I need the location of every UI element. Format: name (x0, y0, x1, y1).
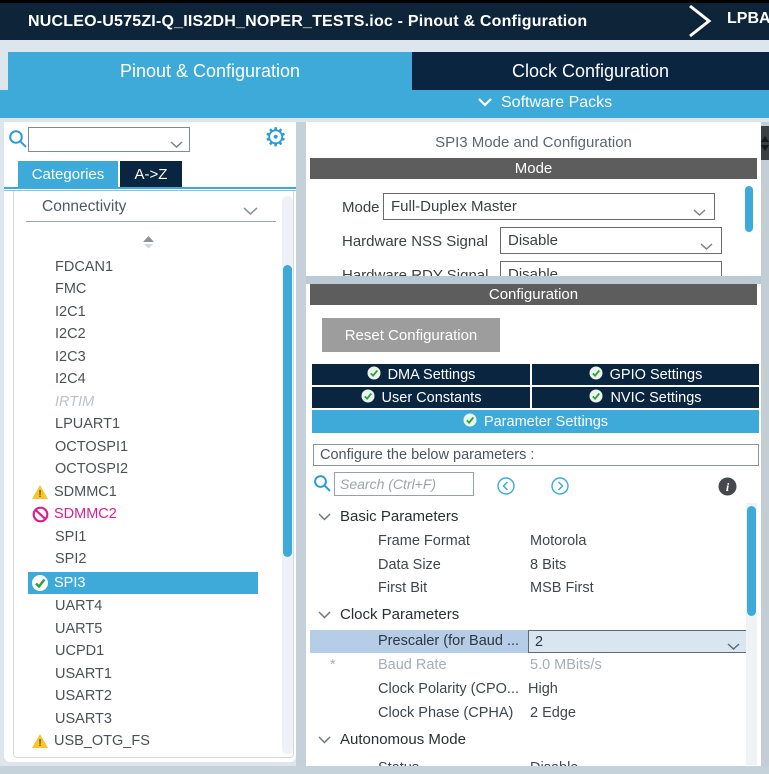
tab-categories[interactable]: Categories (18, 161, 118, 187)
info-icon[interactable]: i (718, 477, 737, 501)
breadcrumb-next[interactable]: LPBA (727, 10, 769, 28)
tab-clock-configuration[interactable]: Clock Configuration (412, 52, 769, 90)
sidebar-item-spi2[interactable]: SPI2 (55, 548, 86, 570)
group-autonomous-mode[interactable]: Autonomous Mode (318, 731, 466, 748)
tab-parameter-settings[interactable]: Parameter Settings (312, 410, 759, 433)
group-basic-parameters[interactable]: Basic Parameters (318, 508, 458, 525)
svg-text:!: ! (38, 489, 41, 500)
chevron-down-icon (727, 639, 740, 655)
window-title: NUCLEO-U575ZI-Q_IIS2DH_NOPER_TESTS.ioc -… (28, 12, 588, 30)
sidebar-item-usart2[interactable]: USART2 (55, 685, 112, 707)
chevron-down-icon (318, 508, 331, 525)
sidebar-item-spi3-selected[interactable]: SPI3 (28, 572, 258, 594)
sidebar-item-i2c4[interactable]: I2C4 (55, 368, 86, 390)
sidebar-item-spi1[interactable]: SPI1 (55, 526, 86, 548)
panel-divider (296, 122, 306, 774)
sidebar-item-lpuart1[interactable]: LPUART1 (55, 413, 120, 435)
title-bar: NUCLEO-U575ZI-Q_IIS2DH_NOPER_TESTS.ioc -… (0, 0, 769, 40)
chevron-down-icon[interactable] (243, 203, 258, 221)
reset-configuration-button[interactable]: Reset Configuration (322, 318, 500, 352)
mode-select[interactable]: Full-Duplex Master (383, 193, 715, 220)
chevron-down-icon (477, 94, 493, 112)
sidebar-item-fmc[interactable]: FMC (55, 278, 86, 300)
sidebar-item-sdmmc2[interactable]: SDMMC2 (30, 503, 117, 525)
prev-match-button[interactable] (497, 477, 515, 500)
hardware-nss-label: Hardware NSS Signal (342, 233, 488, 250)
hardware-rdy-label: Hardware RDY Signal (342, 267, 489, 276)
check-icon (367, 366, 381, 384)
peripheral-search-select[interactable] (28, 127, 190, 152)
parameters-hint: Configure the below parameters : (313, 444, 759, 466)
readonly-asterisk: * (330, 657, 336, 673)
section-connectivity[interactable]: Connectivity (42, 198, 126, 216)
chevron-down-icon (318, 606, 331, 623)
check-icon (589, 366, 603, 384)
parameters-scrollbar-thumb[interactable] (747, 506, 756, 616)
scroll-up-indicator[interactable] (141, 236, 156, 254)
section-divider (306, 276, 761, 284)
tab-a-to-z[interactable]: A->Z (120, 161, 182, 187)
software-packs-dropdown[interactable]: Software Packs (477, 94, 612, 112)
hardware-rdy-select[interactable]: Disable (500, 261, 722, 276)
tab-dma-settings[interactable]: DMA Settings (312, 364, 530, 385)
configuration-section-header: Configuration (310, 284, 757, 305)
sidebar-item-fdcan1[interactable]: FDCAN1 (55, 256, 113, 278)
chevron-down-icon (170, 136, 183, 154)
check-icon (463, 413, 477, 431)
search-icon (313, 474, 332, 498)
sidebar-item-uart4[interactable]: UART4 (55, 595, 102, 617)
panel-scrollbar-handle[interactable] (761, 126, 769, 160)
prescaler-label: Prescaler (for Baud ... (378, 633, 520, 649)
app-window: NUCLEO-U575ZI-Q_IIS2DH_NOPER_TESTS.ioc -… (0, 0, 769, 774)
mode-scrollbar-thumb[interactable] (745, 186, 753, 232)
tab-pinout-configuration[interactable]: Pinout & Configuration (8, 52, 412, 90)
chevron-down-icon (318, 731, 331, 748)
mode-section-header: Mode (310, 158, 757, 179)
section-divider (26, 221, 276, 222)
breadcrumb-chevron-icon (686, 4, 714, 43)
sidebar-item-i2c3[interactable]: I2C3 (55, 346, 86, 368)
sidebar-item-sdmmc1[interactable]: ! SDMMC1 (30, 481, 117, 503)
sidebar-item-octospi2[interactable]: OCTOSPI2 (55, 458, 128, 480)
next-match-button[interactable] (551, 477, 569, 500)
sidebar-item-i2c2[interactable]: I2C2 (55, 323, 86, 345)
chevron-down-icon (700, 238, 713, 255)
check-icon (589, 389, 603, 407)
sidebar-item-irtim: IRTIM (55, 394, 95, 410)
hardware-nss-select[interactable]: Disable (500, 227, 722, 254)
prescaler-combobox[interactable]: 2 (528, 630, 748, 653)
tab-nvic-settings[interactable]: NVIC Settings (532, 387, 759, 408)
software-packs-strip (0, 90, 769, 118)
sidebar-item-usart3[interactable]: USART3 (55, 708, 112, 730)
sidebar-item-usart1[interactable]: USART1 (55, 663, 112, 685)
check-icon (30, 574, 50, 592)
sidebar-item-octospi1[interactable]: OCTOSPI1 (55, 436, 128, 458)
tab-user-constants[interactable]: User Constants (312, 387, 530, 408)
group-clock-parameters[interactable]: Clock Parameters (318, 606, 459, 623)
bottom-edge (0, 766, 769, 774)
tab-gpio-settings[interactable]: GPIO Settings (532, 364, 759, 385)
panel-scrollbar-track[interactable] (761, 122, 769, 774)
chevron-down-icon (693, 204, 706, 221)
search-icon (8, 129, 28, 154)
warning-icon: ! (30, 484, 50, 500)
warning-icon: ! (30, 733, 50, 749)
sidebar-item-uart5[interactable]: UART5 (55, 618, 102, 640)
check-icon (361, 389, 375, 407)
sidebar-item-usb-otg-fs[interactable]: ! USB_OTG_FS (30, 730, 150, 752)
sidebar-item-i2c1[interactable]: I2C1 (55, 301, 86, 323)
gear-icon[interactable]: ⚙ (264, 124, 287, 150)
svg-text:!: ! (38, 738, 41, 749)
blocked-icon (30, 506, 50, 523)
parameter-search-input[interactable] (334, 472, 474, 496)
sidebar-scrollbar-thumb[interactable] (283, 265, 292, 557)
sidebar-item-ucpd1[interactable]: UCPD1 (55, 640, 104, 662)
panel-title: SPI3 Mode and Configuration (435, 134, 632, 151)
mode-row-label: Mode (342, 199, 380, 216)
